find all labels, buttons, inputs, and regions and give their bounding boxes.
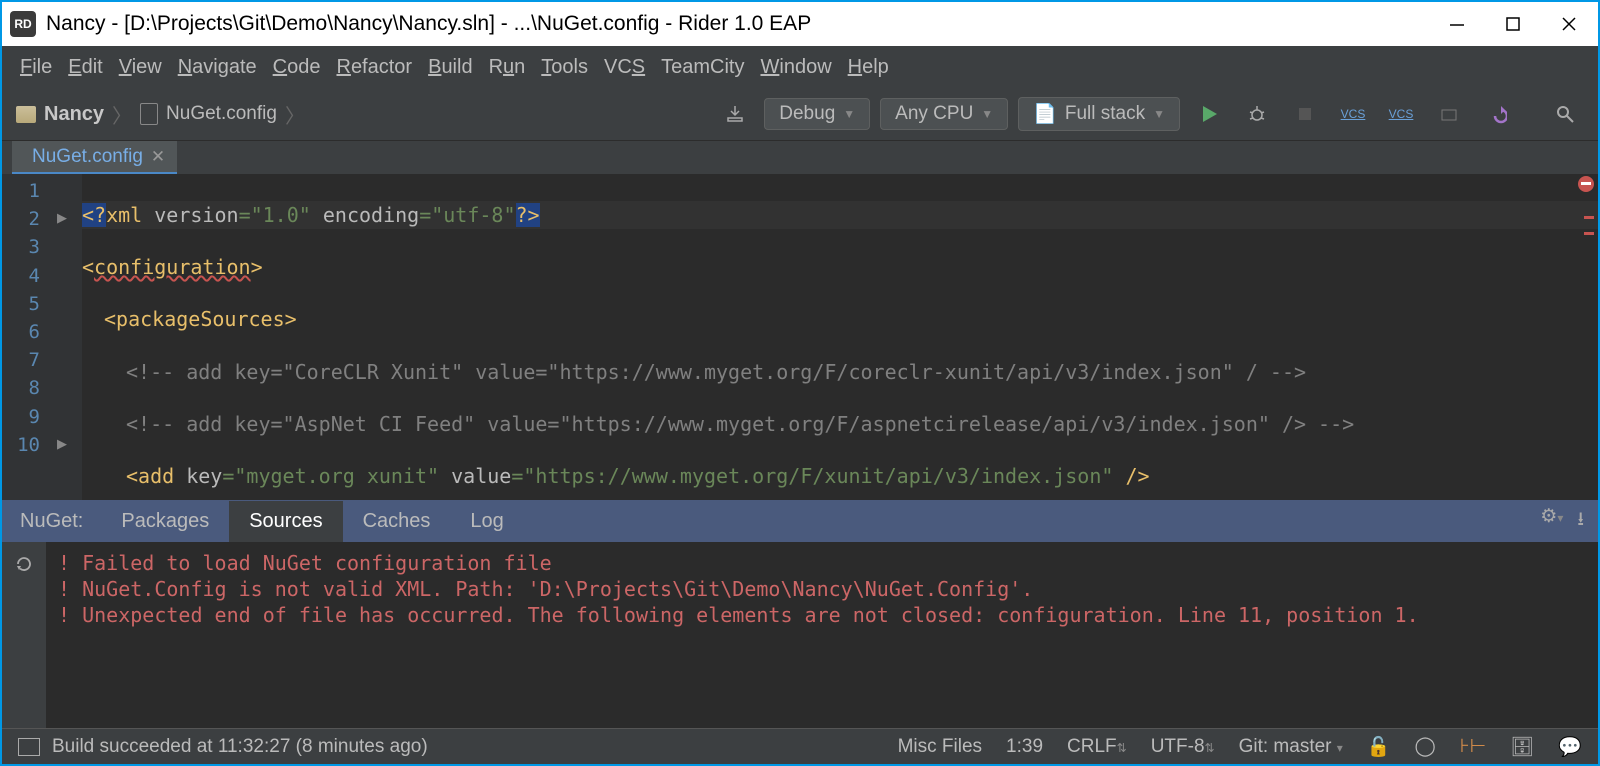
- nuget-tab-packages[interactable]: Packages: [101, 501, 229, 542]
- fold-gutter[interactable]: ▶ ▶: [48, 174, 82, 500]
- menu-help[interactable]: Help: [842, 52, 895, 83]
- status-bar: Build succeeded at 11:32:27 (8 minutes a…: [2, 728, 1598, 764]
- build-status: Build succeeded at 11:32:27 (8 minutes a…: [52, 736, 428, 758]
- gear-icon[interactable]: ⚙▾: [1540, 505, 1563, 537]
- notifications-icon[interactable]: 💬: [1558, 735, 1582, 759]
- error-stripe[interactable]: [1578, 174, 1594, 500]
- breadcrumb-project[interactable]: Nancy: [44, 103, 104, 126]
- history-icon[interactable]: [1430, 104, 1468, 124]
- tool-window-icon[interactable]: [18, 738, 40, 756]
- error-indicator-icon[interactable]: [1578, 176, 1594, 192]
- progress-icon: ◯: [1414, 735, 1435, 758]
- nuget-label: NuGet:: [2, 510, 101, 533]
- menu-navigate[interactable]: Navigate: [172, 52, 263, 83]
- code-area[interactable]: <?xml version="1.0" encoding="utf-8"?> <…: [82, 174, 1598, 500]
- close-button[interactable]: [1548, 9, 1590, 39]
- debug-button[interactable]: [1238, 104, 1276, 124]
- code-editor[interactable]: 12345678910 ▶ ▶ <?xml version="1.0" enco…: [2, 174, 1598, 500]
- folder-icon: [16, 106, 36, 123]
- nuget-panel-header: NuGet: Packages Sources Caches Log ⚙▾ ⭳: [2, 500, 1598, 542]
- file-icon: [140, 103, 158, 125]
- breadcrumb: Nancy 〉 NuGet.config 〉: [16, 100, 305, 129]
- tab-label: NuGet.config: [32, 146, 143, 168]
- profile-icon: 📄: [1033, 102, 1057, 126]
- menu-window[interactable]: Window: [754, 52, 837, 83]
- menu-view[interactable]: View: [113, 52, 168, 83]
- log-text: ! Failed to load NuGet configuration fil…: [46, 542, 1598, 728]
- fold-marker-icon[interactable]: ▶: [57, 210, 67, 226]
- menu-code[interactable]: Code: [267, 52, 327, 83]
- menu-tools[interactable]: Tools: [535, 52, 594, 83]
- maximize-button[interactable]: [1492, 9, 1534, 39]
- nuget-tab-caches[interactable]: Caches: [343, 501, 451, 542]
- titlebar: RD Nancy - [D:\Projects\Git\Demo\Nancy\N…: [2, 2, 1598, 46]
- git-branch[interactable]: Git: master ▾: [1239, 736, 1343, 758]
- caret-position[interactable]: 1:39: [1006, 736, 1043, 758]
- nuget-tab-sources[interactable]: Sources: [229, 501, 342, 542]
- run-profile-dropdown[interactable]: 📄Full stack▼: [1018, 97, 1180, 131]
- menu-teamcity[interactable]: TeamCity: [655, 52, 750, 83]
- configuration-dropdown[interactable]: Debug▼: [764, 98, 870, 130]
- platform-dropdown[interactable]: Any CPU▼: [880, 98, 1008, 130]
- editor-tabs: NuGet.config ✕: [2, 141, 1598, 174]
- inspection-icon[interactable]: ⊦⊢: [1460, 735, 1486, 758]
- minimize-button[interactable]: [1436, 9, 1478, 39]
- breadcrumb-file[interactable]: NuGet.config: [166, 103, 277, 125]
- nuget-log: ! Failed to load NuGet configuration fil…: [2, 542, 1598, 728]
- close-tab-icon[interactable]: ✕: [151, 147, 165, 167]
- memory-icon[interactable]: 🗄: [1510, 735, 1534, 759]
- fold-marker-icon[interactable]: ▶: [57, 436, 67, 452]
- refresh-button[interactable]: [2, 542, 46, 728]
- undo-button[interactable]: [1478, 104, 1516, 124]
- search-everywhere-icon[interactable]: [1546, 104, 1584, 124]
- menu-build[interactable]: Build: [422, 52, 478, 83]
- menubar: File Edit View Navigate Code Refactor Bu…: [2, 46, 1598, 88]
- line-separator[interactable]: CRLF⇅: [1067, 736, 1127, 758]
- navigation-bar: Nancy 〉 NuGet.config 〉 Debug▼ Any CPU▼ 📄…: [2, 88, 1598, 141]
- context-label[interactable]: Misc Files: [898, 736, 982, 758]
- menu-refactor[interactable]: Refactor: [330, 52, 418, 83]
- vcs-commit-icon[interactable]: VCS: [1382, 107, 1420, 121]
- encoding[interactable]: UTF-8⇅: [1151, 736, 1215, 758]
- menu-run[interactable]: Run: [483, 52, 532, 83]
- stop-button: [1286, 104, 1324, 124]
- menu-file[interactable]: File: [14, 52, 58, 83]
- app-logo: RD: [10, 11, 36, 37]
- line-gutter: 12345678910: [2, 174, 48, 500]
- menu-edit[interactable]: Edit: [62, 52, 108, 83]
- menu-vcs[interactable]: VCS: [598, 52, 651, 83]
- vcs-update-icon[interactable]: VCS: [1334, 107, 1372, 121]
- download-icon[interactable]: [716, 104, 754, 124]
- window-title: Nancy - [D:\Projects\Git\Demo\Nancy\Nanc…: [46, 12, 1436, 36]
- run-button[interactable]: [1190, 104, 1228, 124]
- download-icon[interactable]: ⭳: [1577, 505, 1584, 537]
- padlock-icon[interactable]: 🔓: [1367, 735, 1391, 759]
- tab-nuget-config[interactable]: NuGet.config ✕: [12, 141, 177, 174]
- nuget-tab-log[interactable]: Log: [450, 501, 523, 542]
